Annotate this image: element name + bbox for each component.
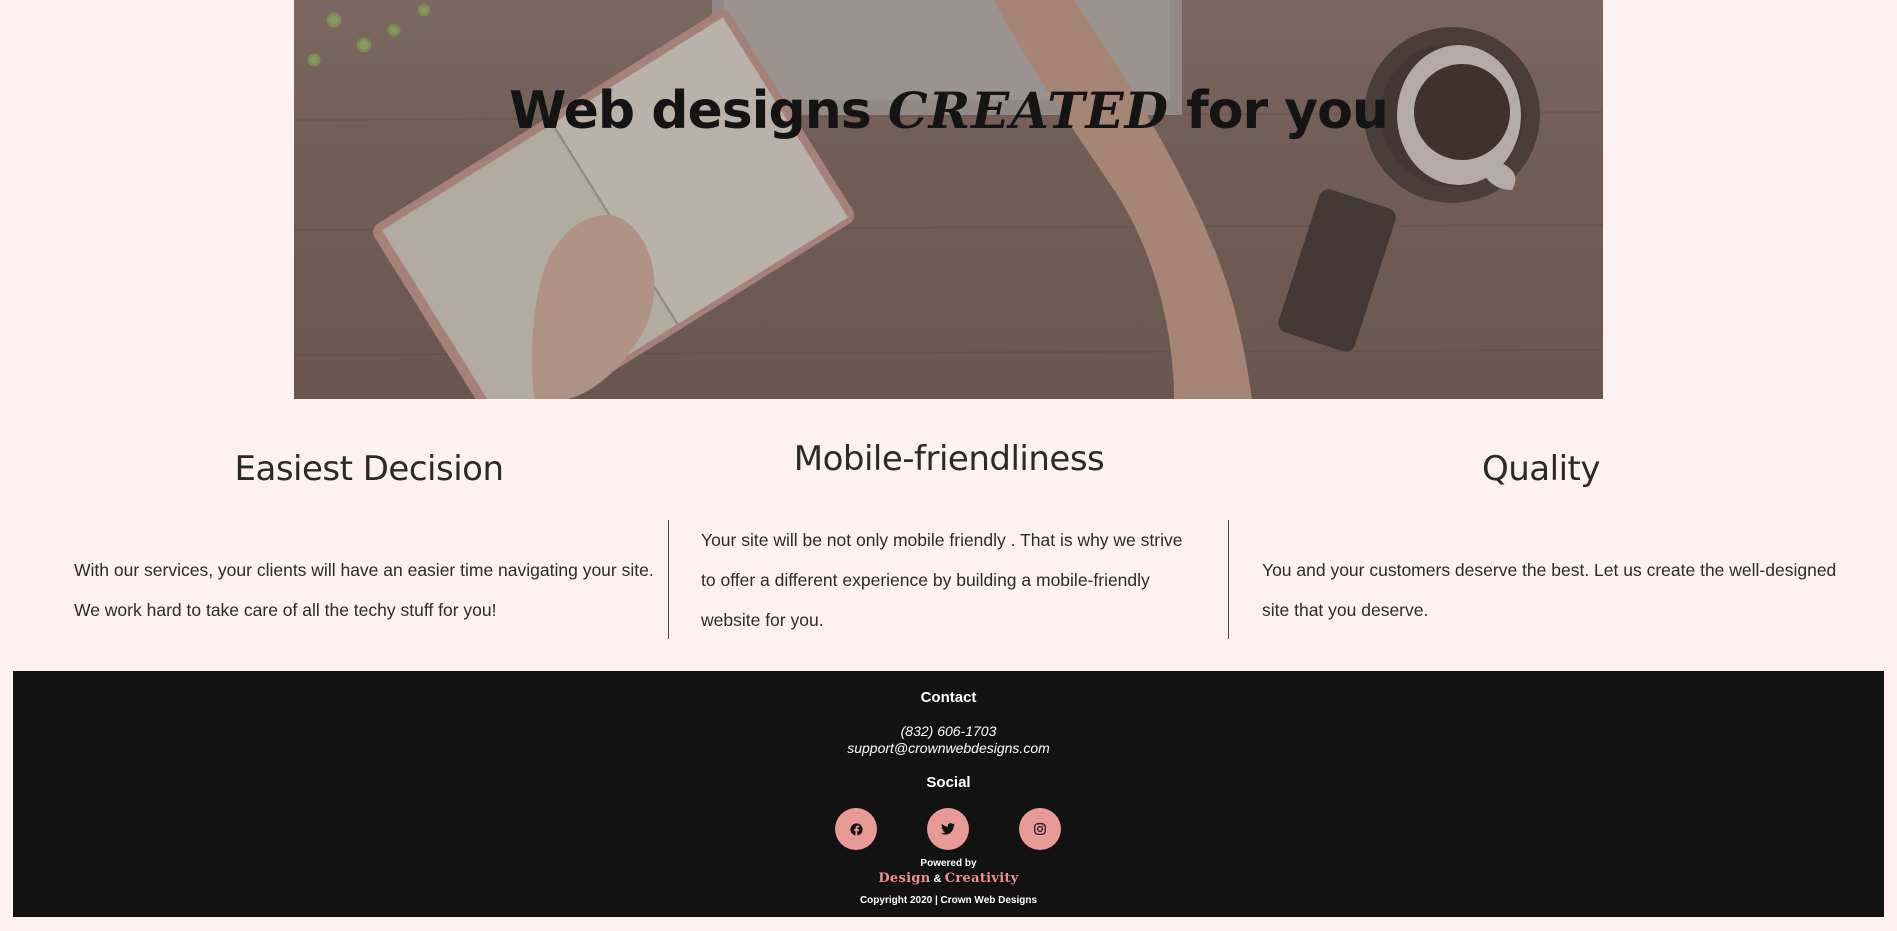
hero-title-accent: CREATED [887, 80, 1170, 140]
hero-title-start: Web designs [509, 80, 888, 141]
contact-heading: Contact [920, 689, 977, 706]
brand-design: Design [878, 871, 931, 886]
feature-easiest-decision: Easiest Decision With our services, your… [74, 399, 664, 671]
hero-title-end: for you [1169, 80, 1389, 141]
feature-quality: Quality You and your customers deserve t… [1228, 399, 1897, 671]
brand-creativity: Creativity [944, 871, 1019, 886]
social-heading: Social [926, 774, 971, 791]
features-section: Easiest Decision With our services, your… [0, 399, 1897, 671]
facebook-button[interactable] [835, 808, 877, 850]
feature-text: With our services, your clients will hav… [74, 560, 654, 620]
feature-title: Mobile-friendliness [793, 439, 1105, 479]
social-links [13, 808, 1884, 850]
feature-mobile-friendliness: Mobile-friendliness Your site will be no… [669, 399, 1229, 671]
brand-link[interactable]: Design & Creativity [13, 871, 1884, 886]
brand-ampersand: & [933, 873, 942, 885]
feature-title: Easiest Decision [234, 449, 505, 489]
hero-title: Web designs CREATED for you [294, 81, 1603, 141]
instagram-button[interactable] [1019, 808, 1061, 850]
facebook-icon [849, 822, 863, 836]
twitter-icon [941, 823, 955, 835]
site-footer: Contact (832) 606-1703 support@crownwebd… [13, 671, 1884, 917]
contact-email-link[interactable]: support@crownwebdesigns.com [13, 740, 1884, 756]
hero-overlay [294, 0, 1603, 399]
contact-phone-link[interactable]: (832) 606-1703 [13, 723, 1884, 739]
instagram-icon [1034, 823, 1046, 835]
hero-banner: Web designs CREATED for you [294, 0, 1603, 399]
twitter-button[interactable] [927, 808, 969, 850]
feature-text: Your site will be not only mobile friend… [701, 530, 1183, 630]
powered-by-label: Powered by [920, 858, 977, 869]
copyright-text: Copyright 2020 | Crown Web Designs [859, 895, 1038, 906]
feature-title: Quality [1482, 449, 1601, 489]
feature-text: You and your customers deserve the best.… [1262, 560, 1837, 620]
